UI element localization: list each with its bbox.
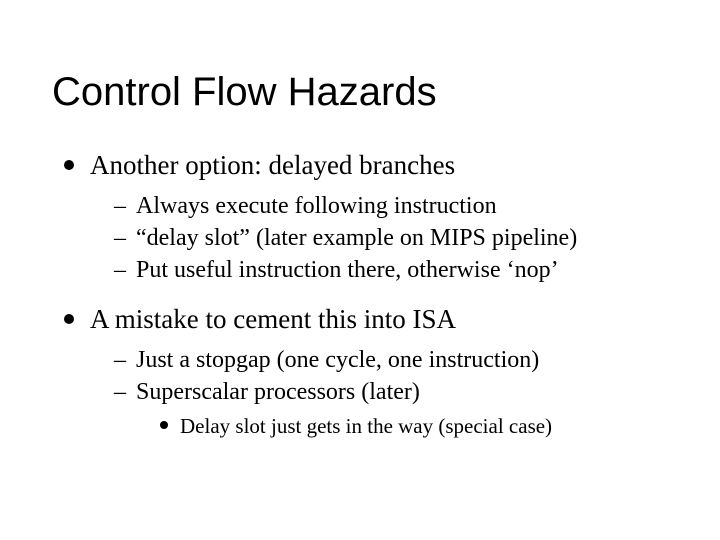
bullet-l2-text: Always execute following instruction bbox=[136, 193, 497, 219]
bullet-l2-text: Superscalar processors (later) bbox=[136, 379, 420, 405]
bullet-l2: Always execute following instruction bbox=[50, 191, 670, 221]
bullet-l1: A mistake to cement this into ISA bbox=[50, 303, 670, 337]
bullet-l2: Put useful instruction there, otherwise … bbox=[50, 255, 670, 285]
bullet-l3-text: Delay slot just gets in the way (special… bbox=[180, 414, 552, 438]
bullet-l2: Superscalar processors (later) bbox=[50, 377, 670, 407]
bullet-l1: Another option: delayed branches bbox=[50, 149, 670, 183]
bullet-l2-group: Just a stopgap (one cycle, one instructi… bbox=[50, 345, 670, 439]
bullet-l2-text: Put useful instruction there, otherwise … bbox=[136, 257, 559, 283]
slide: Control Flow Hazards Another option: del… bbox=[0, 0, 720, 540]
bullet-l1-text: A mistake to cement this into ISA bbox=[90, 304, 456, 334]
slide-title: Control Flow Hazards bbox=[52, 70, 670, 115]
bullet-l3: Delay slot just gets in the way (special… bbox=[50, 413, 670, 439]
bullet-l2-text: “delay slot” (later example on MIPS pipe… bbox=[136, 225, 577, 251]
bullet-l3-group: Delay slot just gets in the way (special… bbox=[50, 413, 670, 439]
bullet-l2: Just a stopgap (one cycle, one instructi… bbox=[50, 345, 670, 375]
bullet-l2-group: Always execute following instruction “de… bbox=[50, 191, 670, 285]
bullet-l1-text: Another option: delayed branches bbox=[90, 150, 455, 180]
slide-body: Another option: delayed branches Always … bbox=[50, 149, 670, 439]
bullet-l2-text: Just a stopgap (one cycle, one instructi… bbox=[136, 347, 539, 373]
bullet-l2: “delay slot” (later example on MIPS pipe… bbox=[50, 223, 670, 253]
